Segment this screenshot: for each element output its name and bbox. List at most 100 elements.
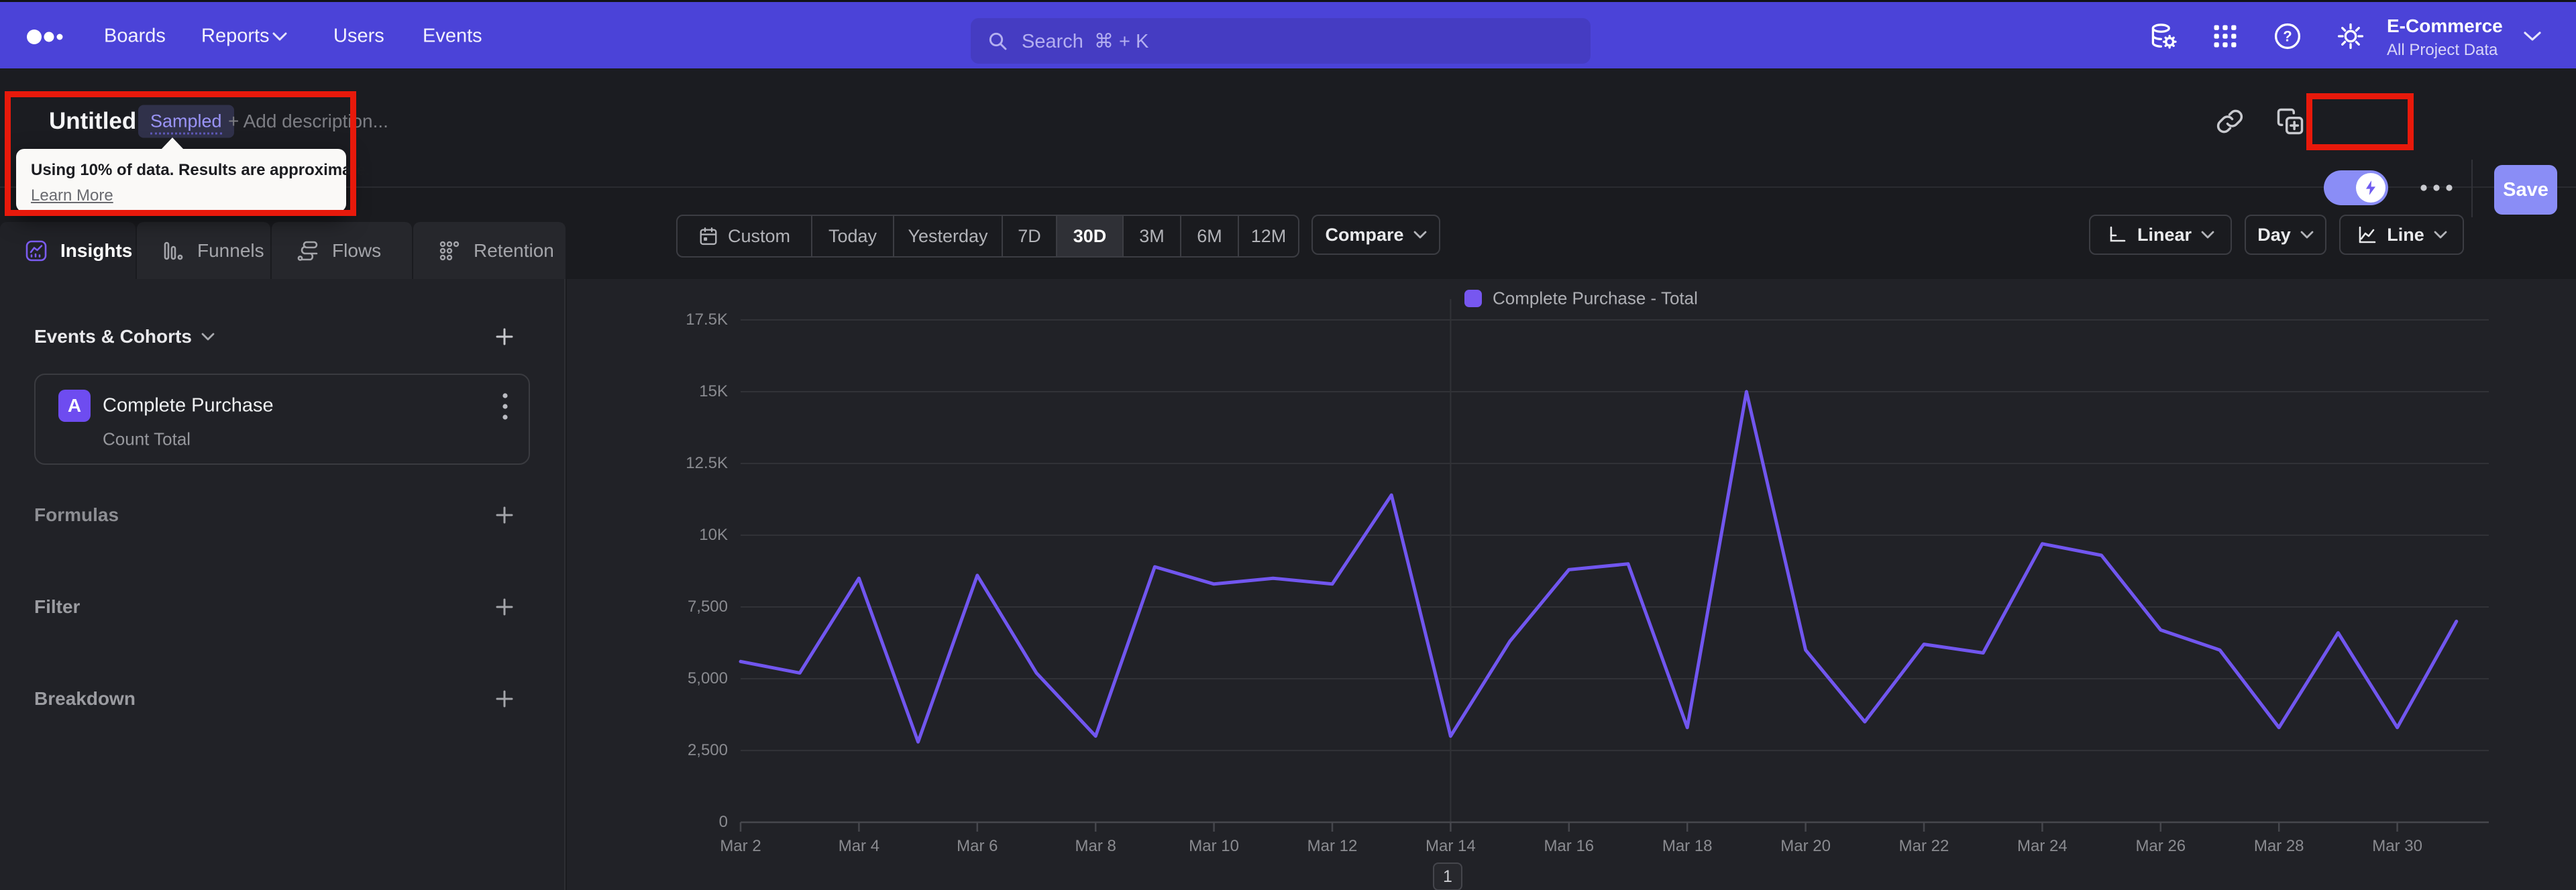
mixpanel-logo-icon[interactable] <box>27 29 68 45</box>
tab-flows[interactable]: Flows <box>272 222 412 279</box>
scale-label: Linear <box>2137 224 2192 245</box>
formulas-label: Formulas <box>34 504 119 525</box>
tab-funnels[interactable]: Funnels <box>137 222 270 279</box>
flows-icon <box>297 241 318 261</box>
tab-insights[interactable]: Insights <box>0 222 136 279</box>
chevron-down-icon <box>2434 231 2447 239</box>
x-axis-label: Mar 28 <box>2253 837 2304 855</box>
y-axis-label: 10K <box>699 526 728 544</box>
tab-retention[interactable]: Retention <box>413 222 566 279</box>
section-chevron-icon <box>201 333 215 341</box>
range-button-6m[interactable]: 6M <box>1180 216 1238 256</box>
event-name[interactable]: Complete Purchase <box>103 395 274 417</box>
calendar-icon <box>700 227 717 245</box>
x-axis-label: Mar 10 <box>1189 837 1239 855</box>
x-axis-label: Mar 24 <box>2017 837 2068 855</box>
chart-type-dropdown[interactable]: Line <box>2339 215 2464 255</box>
range-button-yesterday[interactable]: Yesterday <box>893 216 1002 256</box>
help-icon[interactable]: ? <box>2273 21 2302 51</box>
interval-dropdown[interactable]: Day <box>2245 215 2326 255</box>
y-axis-label: 0 <box>718 813 728 831</box>
add-breakdown-button[interactable] <box>494 689 515 709</box>
sampling-tooltip: Using 10% of data. Results are approxima… <box>16 137 370 212</box>
chevron-down-icon <box>2300 231 2314 239</box>
x-axis-label: Mar 6 <box>957 837 998 855</box>
range-label: 30D <box>1073 225 1107 246</box>
funnels-icon <box>164 241 183 260</box>
range-button-3m[interactable]: 3M <box>1122 216 1180 256</box>
project-name[interactable]: E-Commerce <box>2387 15 2503 37</box>
search-input[interactable] <box>1020 18 1560 65</box>
range-label: Today <box>828 225 877 246</box>
project-chevron-icon[interactable] <box>2524 32 2541 42</box>
event-metric[interactable]: Count Total <box>103 429 191 450</box>
events-cohorts-label: Events & Cohorts <box>34 326 192 347</box>
sampling-toggle[interactable] <box>2324 170 2388 205</box>
nav-item-users[interactable]: Users <box>333 25 384 48</box>
settings-gear-icon[interactable] <box>2336 21 2365 51</box>
x-axis-label: Mar 26 <box>2135 837 2186 855</box>
tooltip-text: Using 10% of data. Results are approxima… <box>31 161 370 179</box>
range-label: Yesterday <box>908 225 988 246</box>
range-button-12m[interactable]: 12M <box>1238 216 1298 256</box>
range-button-today[interactable]: Today <box>811 216 893 256</box>
copy-link-icon[interactable] <box>2216 107 2244 135</box>
pagination-page-1[interactable]: 1 <box>1433 863 1462 890</box>
copy-report-icon[interactable] <box>2276 107 2304 135</box>
y-axis-label: 7,500 <box>687 598 728 616</box>
scale-dropdown[interactable]: Linear <box>2089 215 2232 255</box>
range-label: 6M <box>1197 225 1222 246</box>
compare-label: Compare <box>1325 224 1404 245</box>
add-formula-button[interactable] <box>494 505 515 525</box>
breakdown-label: Breakdown <box>34 688 136 709</box>
add-description[interactable]: + Add description... <box>228 111 388 132</box>
range-button-30d[interactable]: 30D <box>1056 216 1122 256</box>
search-box[interactable] <box>971 18 1591 65</box>
y-axis-label: 15K <box>699 382 728 400</box>
report-title[interactable]: Untitled <box>49 108 136 135</box>
range-button-7d[interactable]: 7D <box>1002 216 1056 256</box>
sampled-badge[interactable]: Sampled <box>138 105 234 138</box>
range-label: 7D <box>1018 225 1041 246</box>
event-menu-icon[interactable] <box>502 392 508 421</box>
event-card[interactable]: A Complete Purchase Count Total <box>34 374 530 465</box>
y-axis-label: 5,000 <box>687 669 728 687</box>
compare-button[interactable]: Compare <box>1311 215 1440 255</box>
x-axis-label: Mar 2 <box>720 837 761 855</box>
learn-more-link[interactable]: Learn More <box>31 186 113 205</box>
toggle-knob <box>2356 173 2385 203</box>
filter-label: Filter <box>34 596 80 617</box>
nav-item-reports[interactable]: Reports <box>201 25 270 48</box>
top-nav: Boards Reports Users Events Search ⌘ + K… <box>0 0 2576 68</box>
chart-panel <box>567 279 2576 890</box>
chevron-down-icon <box>272 32 287 41</box>
events-cohorts-heading[interactable]: Events & Cohorts <box>34 326 215 347</box>
y-axis-label: 17.5K <box>686 311 728 329</box>
y-axis-label: 12.5K <box>686 454 728 472</box>
more-menu-icon[interactable] <box>2419 184 2454 192</box>
tab-label: Insights <box>60 239 133 261</box>
tooltip-caret <box>161 137 184 150</box>
insights-icon <box>25 240 47 261</box>
tab-label: Retention <box>474 239 554 261</box>
legend-swatch <box>1464 290 1482 307</box>
tab-label: Funnels <box>197 239 264 261</box>
date-range-toolbar: Custom Today Yesterday 7D 30D 3M 6M 12M <box>676 215 1299 258</box>
range-button-custom[interactable]: Custom <box>678 216 811 256</box>
range-label: Custom <box>727 225 791 246</box>
header-divider <box>2471 160 2473 217</box>
save-button[interactable]: Save <box>2494 165 2557 215</box>
nav-item-boards[interactable]: Boards <box>104 25 166 48</box>
nav-item-events[interactable]: Events <box>423 25 482 48</box>
add-filter-button[interactable] <box>494 597 515 617</box>
svg-text:?: ? <box>2283 28 2292 45</box>
linear-axis-icon <box>2110 226 2126 242</box>
data-management-icon[interactable] <box>2149 21 2178 51</box>
legend-label[interactable]: Complete Purchase - Total <box>1493 288 1698 309</box>
add-event-button[interactable] <box>494 327 515 347</box>
lightning-bolt-icon <box>2365 180 2376 195</box>
tab-label: Flows <box>332 239 382 261</box>
apps-grid-icon[interactable] <box>2210 21 2240 51</box>
chevron-down-icon <box>2201 231 2214 239</box>
mixpanel-insights-app: Boards Reports Users Events Search ⌘ + K… <box>0 0 2576 890</box>
